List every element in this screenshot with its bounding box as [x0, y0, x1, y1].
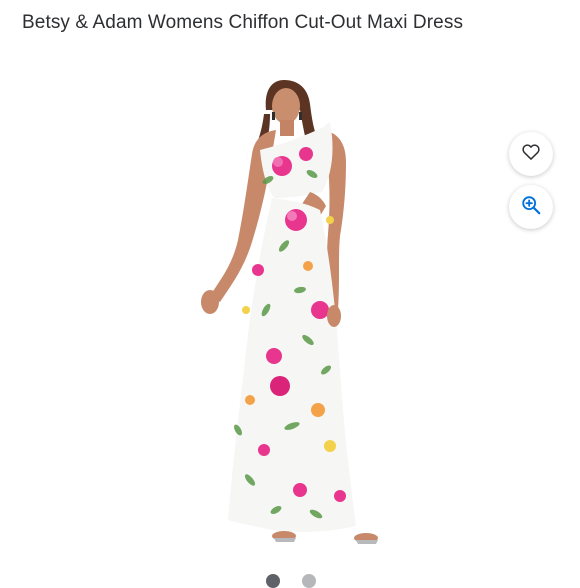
- favorite-button[interactable]: [509, 132, 553, 176]
- zoom-button[interactable]: [509, 185, 553, 229]
- carousel-dot[interactable]: [302, 574, 316, 588]
- product-title: Betsy & Adam Womens Chiffon Cut-Out Maxi…: [22, 12, 464, 33]
- zoom-in-icon: [520, 194, 542, 221]
- heart-outline-icon: [521, 142, 541, 167]
- product-image[interactable]: [180, 70, 410, 560]
- carousel-dots: [266, 574, 316, 588]
- carousel-dot[interactable]: [266, 574, 280, 588]
- header-fragment: [24, 0, 84, 4]
